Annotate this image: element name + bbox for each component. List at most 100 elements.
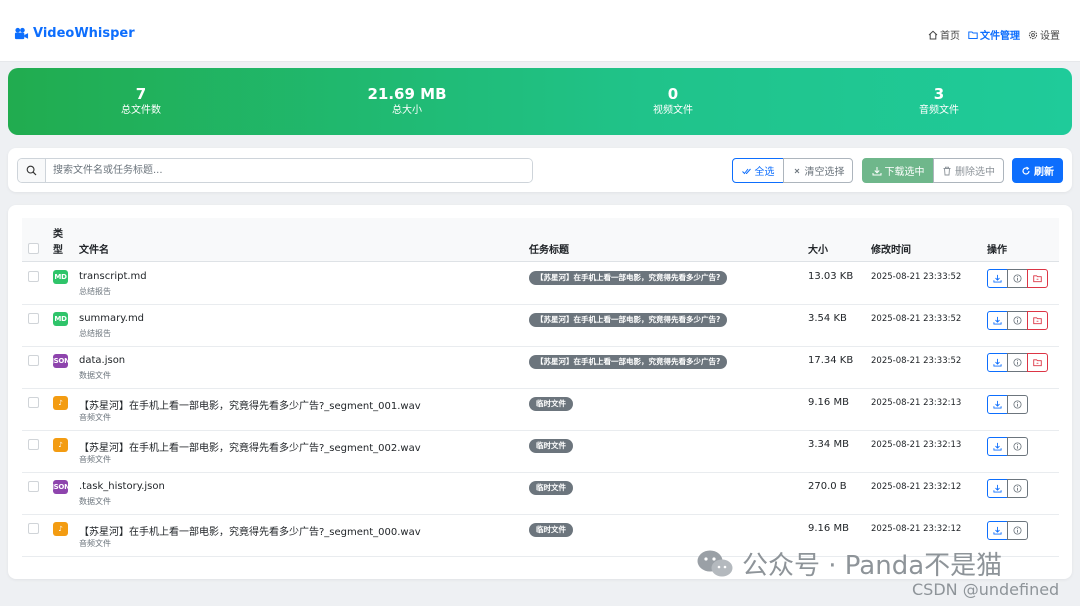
csdn-watermark: CSDN @undefined: [912, 580, 1060, 599]
file-name[interactable]: 【苏星河】在手机上看一部电影，究竟得先看多少广告?_segment_001.wa…: [79, 397, 421, 412]
download-button[interactable]: [987, 521, 1008, 540]
file-type-icon: MD: [53, 270, 68, 284]
task-badge: 【苏星河】在手机上看一部电影，究竟得先看多少广告?: [529, 271, 728, 285]
file-category: 总结报告: [79, 329, 111, 338]
info-button[interactable]: [1007, 437, 1028, 456]
download-button[interactable]: [987, 311, 1008, 330]
column-header-type-1: 类: [53, 229, 63, 240]
trash-icon: [943, 166, 951, 175]
file-name[interactable]: .task_history.json: [79, 481, 165, 492]
download-button[interactable]: [987, 395, 1008, 414]
task-badge: 临时文件: [529, 523, 573, 537]
info-button[interactable]: [1007, 311, 1028, 330]
row-checkbox[interactable]: [28, 523, 39, 534]
row-checkbox[interactable]: [28, 439, 39, 450]
nav-file-manager[interactable]: 文件管理: [968, 27, 1020, 42]
table-row[interactable]: JSON data.json 数据文件 【苏星河】在手机上看一部电影，究竟得先看多少广…: [22, 347, 1059, 389]
file-name[interactable]: transcript.md: [79, 271, 147, 282]
delete-selected-button[interactable]: 删除选中: [933, 158, 1004, 183]
nav-settings[interactable]: 设置: [1028, 27, 1060, 42]
download-button[interactable]: [987, 353, 1008, 372]
column-header-name[interactable]: 文件名: [79, 241, 109, 256]
nav-links: 首页 文件管理 设置: [928, 27, 1060, 42]
row-checkbox[interactable]: [28, 481, 39, 492]
file-mtime: 2025-08-21 23:32:12: [871, 524, 962, 534]
download-button[interactable]: [987, 437, 1008, 456]
brand-logo[interactable]: VideoWhisper: [14, 26, 135, 41]
search-input[interactable]: [46, 159, 532, 182]
file-type-icon: JSON: [53, 354, 68, 368]
table-row[interactable]: MD transcript.md 总结报告 【苏星河】在手机上看一部电影，究竟得先看多…: [22, 263, 1059, 305]
info-button[interactable]: [1007, 479, 1028, 498]
file-mtime: 2025-08-21 23:33:52: [871, 356, 962, 366]
task-badge: 【苏星河】在手机上看一部电影，究竟得先看多少广告?: [529, 313, 728, 327]
search-box: [17, 158, 533, 183]
nav-home[interactable]: 首页: [928, 27, 960, 42]
file-table-panel: 类 型 文件名 任务标题 大小 修改时间 操作 MD transcript.md 总…: [8, 205, 1072, 579]
column-header-mtime[interactable]: 修改时间: [871, 241, 911, 256]
stat-value: 7: [135, 85, 147, 103]
row-checkbox[interactable]: [28, 397, 39, 408]
task-badge: 【苏星河】在手机上看一部电影，究竟得先看多少广告?: [529, 355, 728, 369]
table-row[interactable]: MD summary.md 总结报告 【苏星河】在手机上看一部电影，究竟得先看多少广告…: [22, 305, 1059, 347]
row-actions: [987, 521, 1028, 540]
row-actions: [987, 395, 1028, 414]
file-size: 3.34 MB: [808, 439, 849, 450]
file-mtime: 2025-08-21 23:32:12: [871, 482, 962, 492]
delete-button[interactable]: [1027, 269, 1048, 288]
select-all-label: 全选: [754, 167, 775, 178]
file-type-icon: MD: [53, 312, 68, 326]
refresh-button[interactable]: 刷新: [1012, 158, 1063, 183]
download-selected-label: 下载选中: [884, 167, 925, 178]
delete-button[interactable]: [1027, 311, 1048, 330]
refresh-label: 刷新: [1034, 167, 1054, 178]
stat-label: 视频文件: [653, 105, 693, 116]
file-name[interactable]: 【苏星河】在手机上看一部电影，究竟得先看多少广告?_segment_000.wa…: [79, 523, 421, 538]
double-check-icon: [741, 168, 751, 174]
row-actions: [987, 269, 1048, 288]
column-header-size[interactable]: 大小: [808, 241, 828, 256]
table-row[interactable]: ♪ 【苏星河】在手机上看一部电影，究竟得先看多少广告?_segment_002.w…: [22, 431, 1059, 473]
row-actions: [987, 437, 1028, 456]
clear-selection-button[interactable]: 清空选择: [783, 158, 853, 183]
stat-audio-files: 3 音频文件: [806, 68, 1072, 135]
info-button[interactable]: [1007, 269, 1028, 288]
wechat-icon: [697, 550, 733, 576]
info-button[interactable]: [1007, 521, 1028, 540]
nav-home-label: 首页: [940, 31, 960, 42]
video-camera-icon: [14, 27, 29, 39]
download-selected-button[interactable]: 下载选中: [862, 158, 934, 183]
row-checkbox[interactable]: [28, 355, 39, 366]
row-checkbox[interactable]: [28, 313, 39, 324]
column-header-type-2: 型: [53, 245, 63, 256]
row-checkbox[interactable]: [28, 271, 39, 282]
file-name[interactable]: 【苏星河】在手机上看一部电影，究竟得先看多少广告?_segment_002.wa…: [79, 439, 421, 454]
column-header-task[interactable]: 任务标题: [529, 241, 569, 256]
stat-total-files: 7 总文件数: [8, 68, 274, 135]
file-name[interactable]: data.json: [79, 355, 125, 366]
file-category: 数据文件: [79, 497, 111, 506]
stat-total-size: 21.69 MB 总大小: [274, 68, 540, 135]
delete-button[interactable]: [1027, 353, 1048, 372]
file-name[interactable]: summary.md: [79, 313, 144, 324]
table-header: 类 型 文件名 任务标题 大小 修改时间 操作: [22, 218, 1059, 262]
download-button[interactable]: [987, 479, 1008, 498]
info-button[interactable]: [1007, 395, 1028, 414]
table-row[interactable]: ♪ 【苏星河】在手机上看一部电影，究竟得先看多少广告?_segment_001.w…: [22, 389, 1059, 431]
file-category: 音频文件: [79, 413, 111, 422]
file-type-icon: ♪: [53, 396, 68, 410]
nav-file-manager-label: 文件管理: [980, 31, 1020, 42]
file-mtime: 2025-08-21 23:32:13: [871, 440, 962, 450]
row-actions: [987, 479, 1028, 498]
download-button[interactable]: [987, 269, 1008, 288]
select-all-button[interactable]: 全选: [732, 158, 784, 183]
file-size: 3.54 KB: [808, 313, 847, 324]
table-row[interactable]: JSON .task_history.json 数据文件 临时文件 270.0 B 202…: [22, 473, 1059, 515]
file-size: 270.0 B: [808, 481, 847, 492]
file-category: 数据文件: [79, 371, 111, 380]
stat-label: 总文件数: [121, 105, 161, 116]
stat-label: 总大小: [392, 105, 422, 116]
info-button[interactable]: [1007, 353, 1028, 372]
task-badge: 临时文件: [529, 397, 573, 411]
select-all-checkbox[interactable]: [28, 243, 39, 254]
